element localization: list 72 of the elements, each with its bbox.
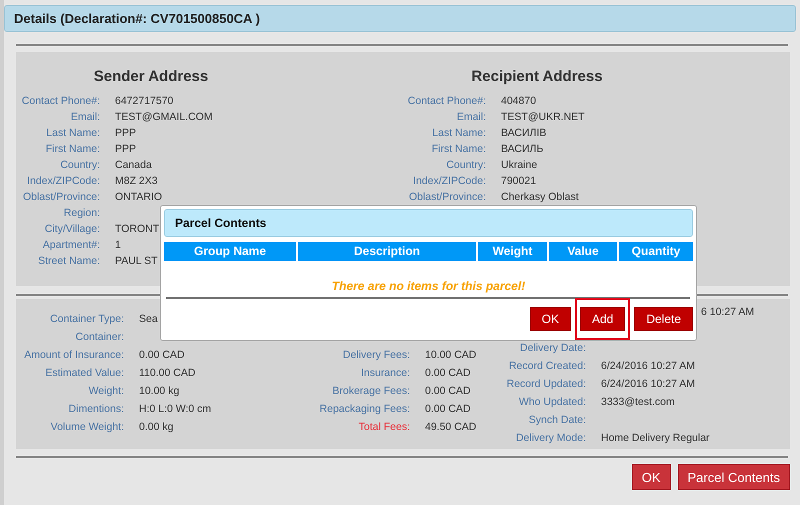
field-label: Synch Date: bbox=[528, 414, 586, 426]
field-value: TEST@UKR.NET bbox=[501, 111, 586, 123]
field-value: 10.00 kg bbox=[139, 385, 180, 397]
section-title: Recipient Address bbox=[470, 68, 604, 86]
field-label: Email: bbox=[70, 111, 100, 123]
field-value: 404870 bbox=[501, 95, 538, 107]
field-label: Who Updated: bbox=[518, 396, 586, 408]
field-label: Oblast/Province: bbox=[408, 191, 486, 203]
field-value: 790021 bbox=[501, 175, 538, 187]
field-value: ВАСИЛІВ bbox=[501, 127, 548, 139]
field-value: 0.00 kg bbox=[139, 421, 174, 433]
dialog-title: Details (Declaration#: CV701500850CA ) bbox=[14, 11, 260, 26]
field-label: Oblast/Province: bbox=[22, 191, 100, 203]
field-value: ONTARIO bbox=[115, 191, 164, 203]
field-label: Apartment#: bbox=[42, 239, 100, 251]
field-value: PPP bbox=[115, 143, 138, 155]
total-value: 49.50 CAD bbox=[425, 421, 478, 433]
field-label: Contact Phone#: bbox=[406, 95, 486, 107]
field-label: Last Name: bbox=[431, 127, 486, 139]
field-value: 6 10:27 AM bbox=[700, 306, 754, 318]
field-label: Delivery Fees: bbox=[342, 349, 410, 361]
field-value: M8Z 2X3 bbox=[115, 175, 159, 187]
field-label: Country: bbox=[59, 159, 100, 171]
field-label: Delivery Date: bbox=[519, 342, 586, 354]
field-value: PPP bbox=[115, 127, 138, 139]
field-label: Brokerage Fees: bbox=[331, 385, 410, 397]
field-value: 110.00 CAD bbox=[139, 367, 196, 379]
field-label: Volume Weight: bbox=[50, 421, 124, 433]
field-value: 6472717570 bbox=[115, 95, 174, 107]
field-label: Street Name: bbox=[37, 255, 100, 267]
field-label: Amount of Insurance: bbox=[23, 349, 124, 361]
field-value: Home Delivery Regular bbox=[601, 432, 711, 444]
field-label: Record Updated: bbox=[506, 378, 586, 390]
field-value: TEST@GMAIL.COM bbox=[115, 111, 214, 123]
field-label: Weight: bbox=[88, 385, 124, 397]
modal-title: Parcel Contents bbox=[175, 216, 266, 230]
field-label: Country: bbox=[445, 159, 486, 171]
field-label: Record Created: bbox=[508, 360, 586, 372]
field-label: Email: bbox=[456, 111, 486, 123]
field-label: Insurance: bbox=[360, 367, 410, 379]
field-label: First Name: bbox=[44, 143, 100, 155]
field-label: First Name: bbox=[430, 143, 486, 155]
total-label: Total Fees: bbox=[358, 421, 410, 433]
field-label: Index/ZIPCode: bbox=[412, 175, 486, 187]
field-value: 6/24/2016 10:27 AM bbox=[601, 360, 696, 372]
field-value: 0.00 CAD bbox=[139, 349, 186, 361]
section-title: Sender Address bbox=[92, 68, 210, 86]
field-label: Region: bbox=[62, 207, 100, 219]
field-value: Sea bbox=[139, 313, 159, 325]
field-value: 3333@test.com bbox=[601, 396, 676, 408]
field-value: Ukraine bbox=[501, 159, 538, 171]
field-label: Container Type: bbox=[49, 313, 124, 325]
field-label: Last Name: bbox=[45, 127, 100, 139]
empty-message: There are no items for this parcel! bbox=[330, 279, 526, 293]
field-label: Estimated Value: bbox=[44, 367, 124, 379]
field-label: Container: bbox=[74, 331, 124, 343]
field-label: Contact Phone#: bbox=[20, 95, 100, 107]
field-label: City/Village: bbox=[44, 223, 100, 235]
field-value: 0.00 CAD bbox=[425, 403, 472, 415]
field-value: 6/24/2016 10:27 AM bbox=[601, 378, 696, 390]
field-value: PAUL ST bbox=[115, 255, 159, 267]
field-label: Repackaging Fees: bbox=[318, 403, 410, 415]
field-value: H:0 L:0 W:0 cm bbox=[139, 403, 212, 415]
field-label: Delivery Mode: bbox=[514, 432, 586, 444]
field-label: Dimentions: bbox=[68, 403, 124, 415]
field-value: 0.00 CAD bbox=[425, 367, 472, 379]
field-value: Cherkasy Oblast bbox=[501, 191, 580, 203]
field-value: 0.00 CAD bbox=[425, 385, 472, 397]
field-value: 10.00 CAD bbox=[425, 349, 478, 361]
field-label: Index/ZIPCode: bbox=[26, 175, 100, 187]
field-value: Canada bbox=[115, 159, 153, 171]
field-value: ВАСИЛЬ bbox=[501, 143, 544, 155]
